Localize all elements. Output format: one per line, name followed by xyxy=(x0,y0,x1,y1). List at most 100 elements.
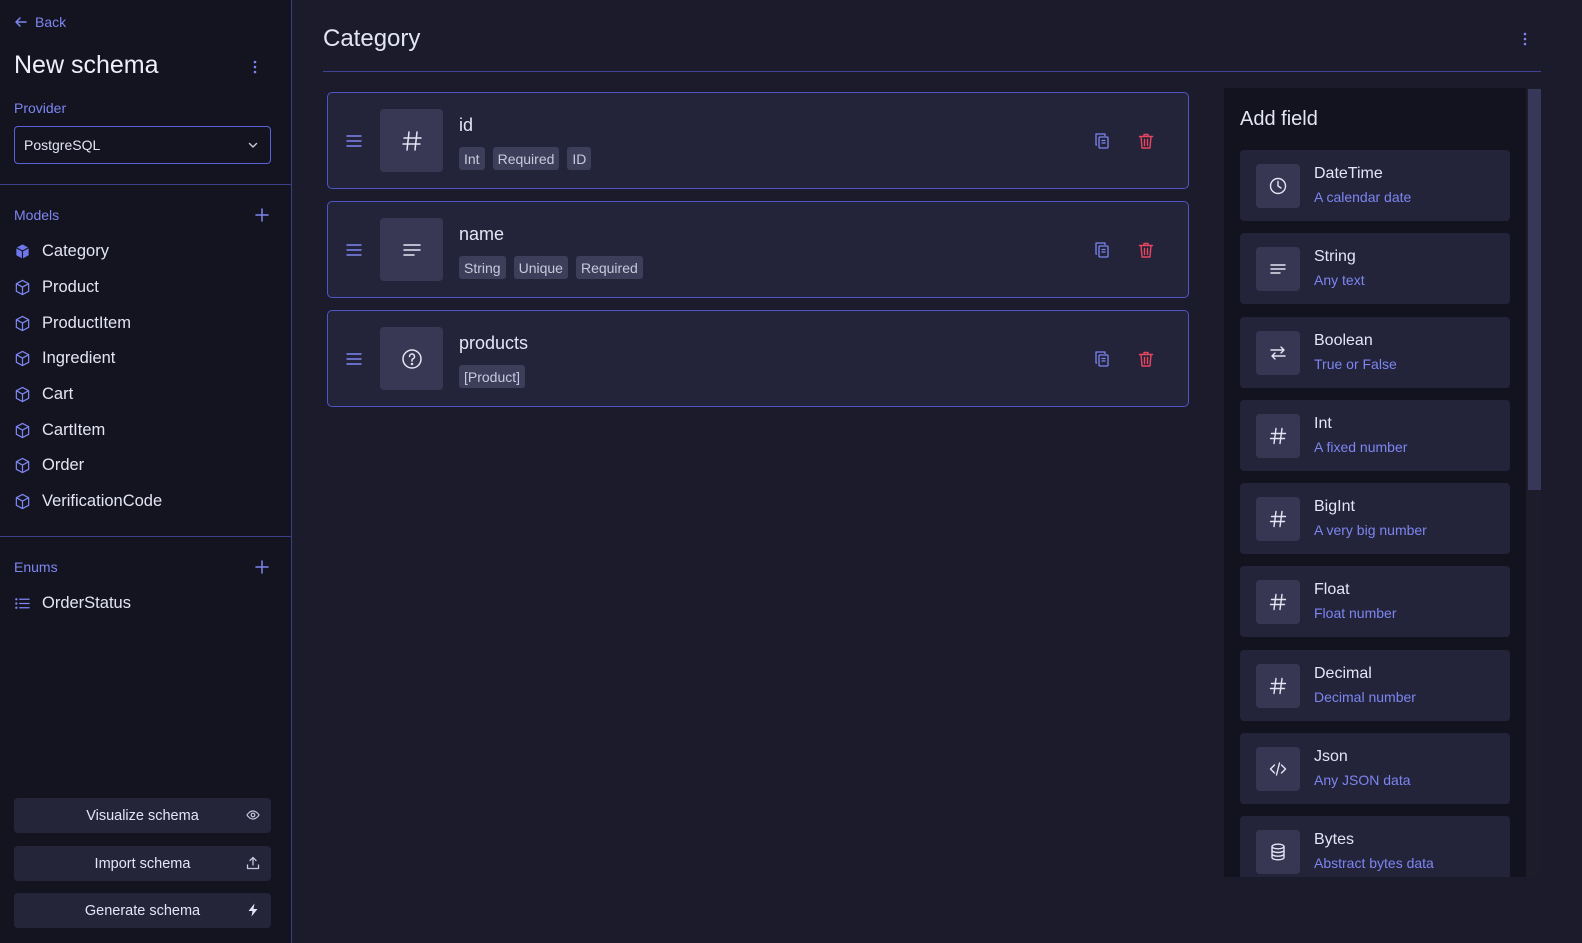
swap-arrows-icon xyxy=(1270,345,1286,360)
delete-field-button[interactable] xyxy=(1135,348,1157,370)
drag-handle-icon[interactable] xyxy=(346,243,362,257)
enums-list: OrderStatus xyxy=(14,586,284,622)
field-type-box xyxy=(380,218,443,281)
drag-handle-icon[interactable] xyxy=(346,352,362,366)
field-tag: Unique xyxy=(513,256,568,279)
generate-schema-button[interactable]: Generate schema xyxy=(14,893,271,928)
cube-icon xyxy=(15,493,30,510)
database-icon xyxy=(1271,843,1285,861)
sidebar-divider xyxy=(0,184,291,185)
question-circle-icon xyxy=(401,348,422,369)
type-name: Json xyxy=(1314,748,1348,766)
type-desc: True or False xyxy=(1314,355,1397,372)
add-field-float[interactable]: Float Float number xyxy=(1240,566,1510,638)
add-field-boolean[interactable]: Boolean True or False xyxy=(1240,316,1510,388)
add-enum-button[interactable] xyxy=(253,558,271,576)
trash-icon xyxy=(1138,351,1154,367)
field-card-name[interactable]: name String Unique Required xyxy=(327,201,1189,298)
field-tag: ID xyxy=(567,147,592,170)
visualize-schema-button[interactable]: Visualize schema xyxy=(14,798,271,833)
type-icon-box xyxy=(1256,747,1300,792)
back-label: Back xyxy=(35,14,67,30)
field-card-products[interactable]: products [Product] xyxy=(327,310,1189,407)
text-lines-icon xyxy=(402,243,421,256)
model-item-order[interactable]: Order xyxy=(14,448,284,484)
add-field-json[interactable]: Json Any JSON data xyxy=(1240,733,1510,805)
add-field-int[interactable]: Int A fixed number xyxy=(1240,399,1510,471)
import-schema-button[interactable]: Import schema xyxy=(14,846,271,881)
model-label: Cart xyxy=(42,385,74,404)
add-model-button[interactable] xyxy=(253,206,271,224)
back-link[interactable]: Back xyxy=(14,12,66,32)
code-icon xyxy=(1269,762,1287,776)
provider-label: Provider xyxy=(14,100,67,116)
delete-field-button[interactable] xyxy=(1135,130,1157,152)
duplicate-field-button[interactable] xyxy=(1091,130,1113,152)
add-field-bytes[interactable]: Bytes Abstract bytes data xyxy=(1240,816,1510,877)
sidebar-divider xyxy=(0,536,291,537)
enum-label: OrderStatus xyxy=(42,594,131,613)
models-list: Category Product ProductItem Ingredient … xyxy=(14,234,284,520)
type-icon-box xyxy=(1256,247,1300,292)
arrow-left-icon xyxy=(15,17,27,27)
import-label: Import schema xyxy=(94,855,191,872)
model-item-product[interactable]: Product xyxy=(14,270,284,306)
type-icon-box xyxy=(1256,413,1300,458)
model-item-productitem[interactable]: ProductItem xyxy=(14,305,284,341)
duplicate-field-button[interactable] xyxy=(1091,239,1113,261)
clock-icon xyxy=(1269,177,1287,195)
model-item-cart[interactable]: Cart xyxy=(14,377,284,413)
add-field-bigint[interactable]: BigInt A very big number xyxy=(1240,483,1510,555)
model-menu-button[interactable] xyxy=(1514,28,1536,50)
field-type-list: DateTime A calendar date String Any text… xyxy=(1240,150,1510,877)
type-name: DateTime xyxy=(1314,165,1383,182)
drag-handle-icon[interactable] xyxy=(346,134,362,148)
cube-icon xyxy=(15,315,30,331)
cube-icon xyxy=(15,351,30,367)
cube-icon xyxy=(15,279,30,296)
copy-icon xyxy=(1095,133,1109,149)
type-name: Decimal xyxy=(1314,664,1372,682)
type-name: BigInt xyxy=(1314,498,1355,516)
enums-section-header: Enums xyxy=(14,557,271,577)
model-label: VerificationCode xyxy=(42,492,163,511)
add-field-string[interactable]: String Any text xyxy=(1240,233,1510,305)
model-item-verificationcode[interactable]: VerificationCode xyxy=(14,484,284,520)
add-field-decimal[interactable]: Decimal Decimal number xyxy=(1240,649,1510,721)
type-icon-box xyxy=(1256,580,1300,625)
delete-field-button[interactable] xyxy=(1135,239,1157,261)
enum-item-orderstatus[interactable]: OrderStatus xyxy=(14,586,284,622)
add-field-title: Add field xyxy=(1240,108,1318,130)
copy-icon xyxy=(1095,242,1109,258)
field-name: id xyxy=(459,115,474,135)
add-field-datetime[interactable]: DateTime A calendar date xyxy=(1240,150,1510,221)
field-card-id[interactable]: id Int Required ID xyxy=(327,92,1189,189)
schema-title: New schema xyxy=(14,51,159,79)
schema-menu-button[interactable] xyxy=(244,56,266,78)
type-icon-box xyxy=(1256,497,1300,542)
model-item-category[interactable]: Category xyxy=(14,234,284,270)
add-field-panel: Add field DateTime A calendar date Strin… xyxy=(1224,88,1541,877)
type-name: Int xyxy=(1314,414,1332,432)
upload-icon xyxy=(246,856,260,870)
model-item-ingredient[interactable]: Ingredient xyxy=(14,341,284,377)
duplicate-field-button[interactable] xyxy=(1091,348,1113,370)
field-type-box xyxy=(380,109,443,172)
model-label: Order xyxy=(42,456,85,475)
type-desc: A very big number xyxy=(1314,522,1427,539)
provider-value: PostgreSQL xyxy=(24,137,101,153)
type-desc: Any text xyxy=(1314,272,1365,289)
type-name: Float xyxy=(1314,581,1350,599)
model-label: CartItem xyxy=(42,420,106,439)
field-tag: Required xyxy=(492,147,560,170)
hash-icon xyxy=(1269,427,1287,445)
title-divider xyxy=(323,71,1541,72)
scrollbar-thumb[interactable] xyxy=(1528,89,1541,490)
type-name: Boolean xyxy=(1314,331,1373,349)
model-label: Product xyxy=(42,278,99,297)
type-desc: Any JSON data xyxy=(1314,772,1411,789)
hash-icon xyxy=(401,130,422,151)
model-item-cartitem[interactable]: CartItem xyxy=(14,412,284,448)
provider-select[interactable]: PostgreSQL xyxy=(14,126,271,164)
type-desc: Abstract bytes data xyxy=(1314,855,1434,872)
